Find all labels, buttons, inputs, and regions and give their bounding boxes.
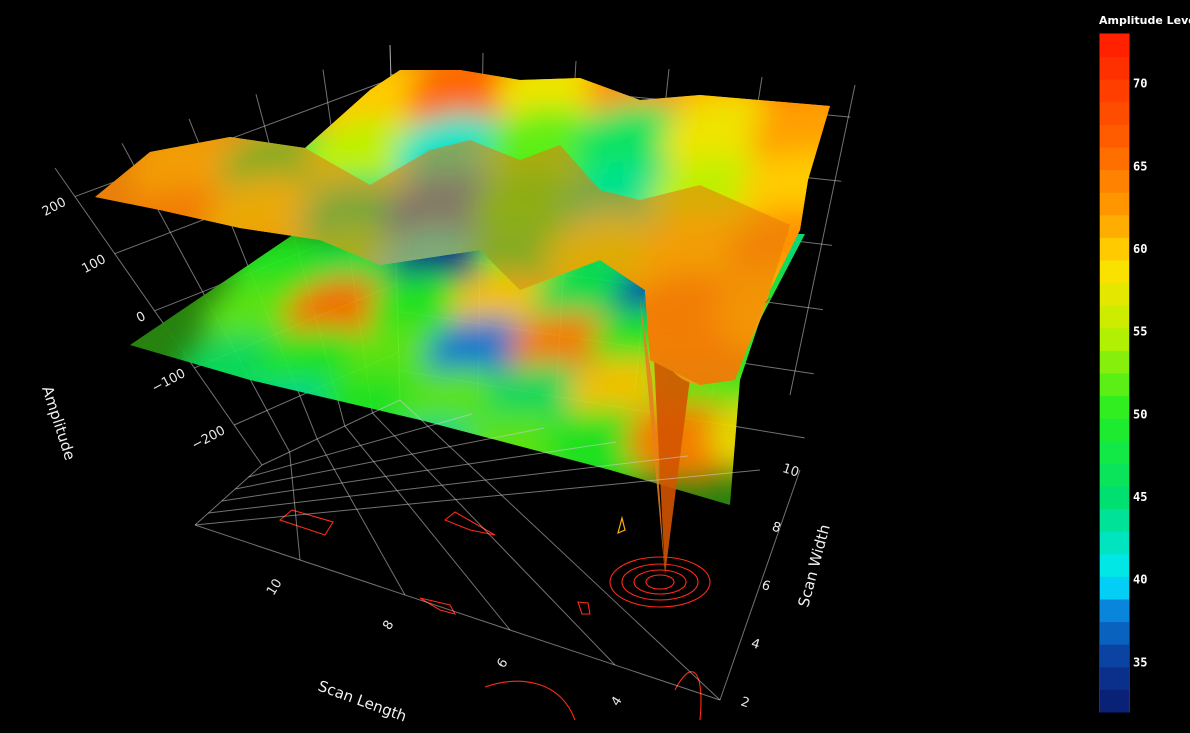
- floor-contour: [617, 515, 626, 535]
- surface-cell: [213, 427, 338, 505]
- colorbar-ticks: 70 65 60 55 50 45 40 35: [1133, 77, 1147, 670]
- colorbar-tick-label: 40: [1133, 573, 1147, 587]
- colorbar-band: [1100, 531, 1129, 555]
- colorbar-tick-label: 35: [1133, 655, 1147, 669]
- surface-cell: [708, 397, 805, 478]
- colorbar-band: [1100, 237, 1129, 261]
- colorbar-band: [1100, 440, 1129, 464]
- z-tick-label: 100: [80, 252, 109, 277]
- surface-cell: [155, 382, 280, 463]
- colorbar-tick-label: 70: [1133, 77, 1147, 91]
- chart-stage: 200 100 0 −100 −200 4 6 8 10 2 4 6 8 10 Amplitude Sca…: [0, 0, 1190, 733]
- y-tick-label: 8: [770, 520, 783, 537]
- colorbar-band: [1100, 101, 1129, 125]
- floor-contour-ring: [645, 574, 675, 590]
- surface-plot[interactable]: 2001000−100−20046810246810 Amplitude Sca…: [0, 0, 1190, 733]
- colorbar-band: [1100, 147, 1129, 171]
- floor-line-length: [316, 438, 406, 596]
- floor-contour: [443, 511, 496, 536]
- colorbar-tick-label: 50: [1133, 407, 1147, 421]
- colorbar-band: [1100, 282, 1129, 306]
- colorbar-title: Amplitude Level: [1099, 14, 1190, 27]
- colorbar-tick-label: 45: [1133, 490, 1147, 504]
- floor-edge-right: [719, 469, 801, 701]
- colorbar-band: [1100, 463, 1129, 487]
- x-tick-label: 10: [264, 576, 285, 598]
- y-tick-label: 2: [739, 695, 752, 712]
- z-tick-label: −100: [150, 366, 189, 396]
- colorbar-band: [1100, 666, 1129, 690]
- colorbar-band: [1100, 644, 1129, 668]
- colorbar-bands: [1100, 34, 1129, 713]
- floor-line-width: [194, 469, 761, 526]
- floor-contour-ring: [621, 563, 699, 601]
- colorbar-band: [1100, 350, 1129, 374]
- colorbar-tick-label: 60: [1133, 242, 1147, 256]
- colorbar-band: [1100, 260, 1129, 284]
- colorbar-band: [1100, 56, 1129, 80]
- colorbar-tick-label: 55: [1133, 325, 1147, 339]
- z-tick-label: 200: [40, 195, 69, 220]
- colorbar-band: [1100, 576, 1129, 600]
- colorbar-band: [1100, 373, 1129, 397]
- colorbar-band: [1100, 79, 1129, 103]
- x-tick-label: 4: [609, 694, 626, 709]
- colorbar-band: [1100, 124, 1129, 148]
- colorbar-band: [1100, 553, 1129, 577]
- y-axis-title: Scan Width: [794, 522, 833, 609]
- colorbar-band: [1100, 486, 1129, 510]
- floor-line-width: [261, 399, 401, 466]
- x-axis-title: Scan Length: [316, 677, 410, 726]
- colorbar-band: [1100, 689, 1129, 713]
- floor-contour: [484, 680, 576, 721]
- floor-line-length: [194, 464, 263, 526]
- floor-contour: [577, 601, 591, 615]
- surface-cell: [780, 247, 805, 328]
- y-tick-label: 4: [749, 636, 762, 653]
- colorbar-tick-label: 65: [1133, 159, 1147, 173]
- colorbar: Amplitude Level 70 65 60 55 50 45 40 35: [1099, 14, 1190, 713]
- colorbar-band: [1100, 621, 1129, 645]
- z-axis-title: Amplitude: [38, 384, 79, 463]
- x-tick-label: 8: [380, 618, 397, 633]
- colorbar-band: [1100, 418, 1129, 442]
- colorbar-band: [1100, 395, 1129, 419]
- colorbar-band: [1100, 214, 1129, 238]
- colorbar-band: [1100, 508, 1129, 532]
- colorbar-band: [1100, 305, 1129, 329]
- x-tick-label: 6: [494, 656, 511, 671]
- colorbar-band: [1100, 169, 1129, 193]
- z-tick-label: 0: [134, 309, 148, 326]
- colorbar-band: [1100, 599, 1129, 623]
- colorbar-band: [1100, 34, 1129, 58]
- floor-edge-front: [194, 524, 721, 701]
- colorbar-band: [1100, 327, 1129, 351]
- colorbar-band: [1100, 192, 1129, 216]
- floor-line-length: [289, 451, 301, 561]
- floor-contour-ring: [633, 569, 687, 595]
- z-tick-label: −200: [189, 423, 228, 453]
- surface-cell: [732, 347, 805, 428]
